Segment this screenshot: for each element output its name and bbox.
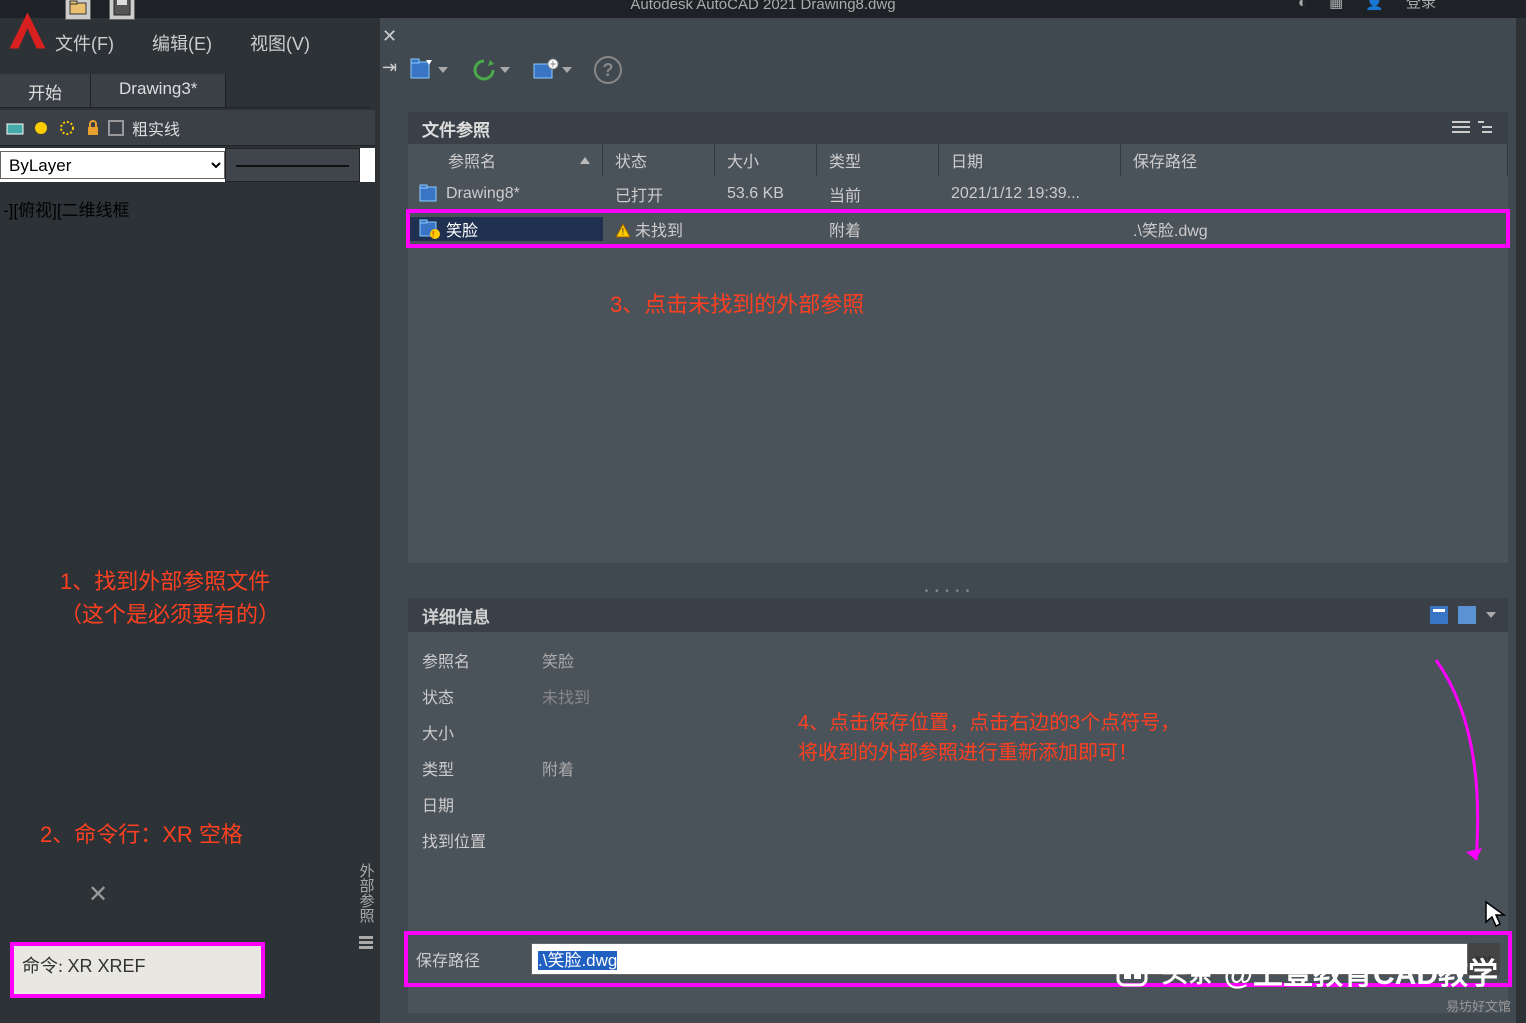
linetype-label: 粗实线 [132, 116, 180, 140]
title-bar: Autodesk AutoCAD 2021 Drawing8.dwg ◐ ▦ 👤… [0, 0, 1526, 18]
preview-icon[interactable] [1458, 606, 1476, 624]
tab-start[interactable]: 开始 [0, 74, 91, 107]
panel-side-strip: 外部参照 [352, 863, 380, 1003]
column-headers: 参照名 状态 大小 类型 日期 保存路径 [408, 144, 1508, 176]
svg-text:!: ! [432, 230, 434, 239]
tab-drawing3[interactable]: Drawing3* [91, 74, 226, 107]
list-view-icon[interactable] [1452, 120, 1470, 136]
xref-row-drawing8[interactable]: Drawing8* 已打开 53.6 KB 当前 2021/1/12 19:39… [408, 176, 1508, 211]
site-watermark: 易坊好文馆 [1446, 996, 1511, 1015]
sort-icon [580, 157, 590, 164]
col-date[interactable]: 日期 [939, 144, 1121, 176]
menu-file[interactable]: 文件(F) [55, 30, 114, 56]
open-icon[interactable] [65, 0, 91, 20]
quick-access-toolbar [65, 0, 135, 20]
attach-button[interactable] [408, 56, 448, 84]
annotation-3: 3、点击未找到的外部参照 [610, 288, 864, 321]
refresh-button[interactable] [470, 56, 510, 84]
annotation-2: 2、命令行：XR 空格 [40, 818, 243, 851]
col-size[interactable]: 大小 [715, 144, 817, 176]
marketplace-icon[interactable]: ▦ [1329, 0, 1343, 8]
xref-toolbar: ? [408, 56, 622, 84]
xref-row-smiley[interactable]: !笑脸 !未找到 附着 .\笑脸.dwg [408, 211, 1508, 246]
cmd-text: XR XREF [68, 956, 146, 976]
watermark: 头条 @上壹教育CAD教学 [1112, 949, 1498, 993]
bylayer-row: ByLayer [0, 148, 375, 182]
svg-text:!: ! [622, 227, 625, 238]
detail-status-label: 状态 [422, 684, 542, 708]
change-path-button[interactable] [532, 56, 572, 84]
layer-toolbar: 粗实线 [0, 110, 375, 146]
layer-freeze-icon[interactable] [56, 117, 78, 139]
detail-date-label: 日期 [422, 792, 542, 816]
splitter-handle[interactable]: • • • • • [925, 586, 972, 597]
detail-name-value: 笑脸 [542, 648, 574, 672]
help-button[interactable]: ? [594, 56, 622, 84]
layer-prop-icon[interactable] [4, 117, 26, 139]
xref-panel: ✕ ⇥ ? 文件参照 参照名 状态 大小 类型 [380, 18, 1516, 1023]
user-icon[interactable]: 👤 [1365, 0, 1384, 8]
command-line[interactable]: 命令: XR XREF [10, 942, 265, 998]
layer-lock-icon[interactable] [82, 117, 104, 139]
user-label[interactable]: 登录 [1406, 0, 1436, 8]
detail-type-label: 类型 [422, 756, 542, 780]
filelist-header: 文件参照 [408, 112, 1508, 144]
layer-select[interactable]: ByLayer [0, 151, 225, 179]
cursor-icon [1484, 900, 1506, 928]
viewport-label[interactable]: -][俯视][二维线框 [3, 196, 130, 221]
menu-view[interactable]: 视图(V) [250, 30, 310, 56]
tree-view-icon[interactable] [1478, 120, 1496, 136]
document-tabs: 开始 Drawing3* [0, 74, 370, 108]
cloud-icon[interactable]: ◐ [1298, 0, 1307, 8]
detail-name-label: 参照名 [422, 648, 542, 672]
lineweight-preview[interactable] [225, 148, 360, 182]
detail-found-label: 找到位置 [422, 828, 542, 852]
details-menu-icon[interactable] [1486, 612, 1496, 618]
details-icon[interactable] [1430, 606, 1448, 624]
panel-menu-icon[interactable] [357, 933, 375, 951]
detail-size-label: 大小 [422, 720, 542, 744]
details-title: 详细信息 [422, 603, 490, 628]
annotation-1: 1、找到外部参照文件 （这个是必须要有的） [60, 565, 280, 631]
layer-color-swatch[interactable] [108, 120, 124, 136]
close-x-icon[interactable]: ✕ [88, 880, 108, 909]
app-title: Autodesk AutoCAD 2021 Drawing8.dwg [630, 0, 895, 13]
menu-bar: 文件(F) 编辑(E) 视图(V) [55, 30, 310, 56]
col-type[interactable]: 类型 [817, 144, 939, 176]
layer-on-icon[interactable] [30, 117, 52, 139]
panel-pin-icon[interactable]: ⇥ [382, 57, 397, 78]
panel-title-vertical: 外部参照 [356, 863, 377, 923]
annotation-4: 4、点击保存位置，点击右边的3个点符号， 将收到的外部参照进行重新添加即可！ [798, 708, 1180, 768]
detail-type-value: 附着 [542, 756, 574, 780]
save-path-label: 保存路径 [416, 947, 531, 971]
col-status[interactable]: 状态 [603, 144, 715, 176]
col-name[interactable]: 参照名 [408, 144, 603, 176]
file-reference-list: 文件参照 参照名 状态 大小 类型 日期 保存路径 Drawing8* 已打开 … [408, 112, 1508, 563]
col-path[interactable]: 保存路径 [1121, 144, 1508, 176]
cmd-prefix: 命令: [22, 956, 68, 976]
save-icon[interactable] [109, 0, 135, 20]
annotation-arrow [1406, 650, 1496, 880]
autocad-logo[interactable] [0, 0, 55, 60]
detail-status-value: 未找到 [542, 684, 590, 708]
panel-close-icon[interactable]: ✕ [382, 26, 397, 47]
menu-edit[interactable]: 编辑(E) [152, 30, 212, 56]
